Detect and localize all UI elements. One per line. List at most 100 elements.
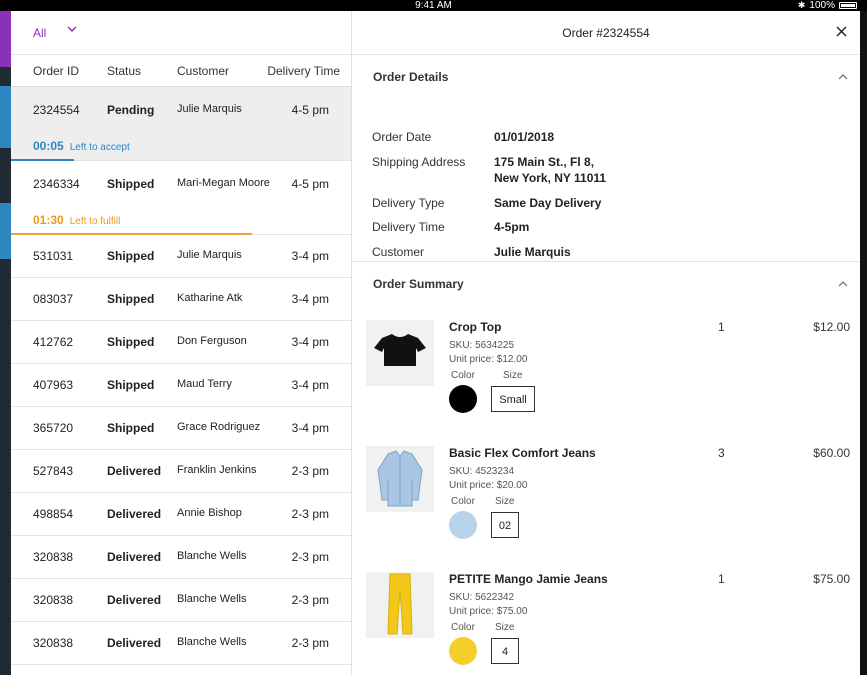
item-unit-price: Unit price: $20.00 <box>449 480 528 491</box>
timer-message: Left to accept <box>69 142 130 153</box>
table-row[interactable]: 498854 Delivered Annie Bishop 2-3 pm <box>11 493 351 536</box>
item-sku: SKU: 5622342 <box>449 592 515 603</box>
table-row[interactable]: 320838 Delivered Blanche Wells 2-3 pm <box>11 579 351 622</box>
rail-tab-2[interactable] <box>0 203 11 259</box>
order-delivery-time: 2-3 pm <box>291 550 329 564</box>
status-bar: 9:41 AM ✱ 100% <box>0 0 867 11</box>
order-customer: Mari-Megan Moore <box>177 177 270 189</box>
right-edge <box>860 11 867 675</box>
table-row[interactable]: 412762 Shipped Don Ferguson 3-4 pm <box>11 321 351 364</box>
order-delivery-time: 2-3 pm <box>291 464 329 478</box>
order-id: 320838 <box>33 636 74 650</box>
product-image <box>366 446 434 512</box>
chevron-down-icon <box>67 26 77 32</box>
header-delivery-time[interactable]: Delivery Time <box>267 64 340 78</box>
size-label: Size <box>495 496 515 507</box>
chevron-up-icon[interactable] <box>838 73 848 81</box>
order-id: 407963 <box>33 378 74 392</box>
detail-label: Delivery Time <box>372 220 445 234</box>
detail-value: 4-5pm <box>494 220 530 234</box>
table-row[interactable]: 527843 Delivered Franklin Jenkins 2-3 pm <box>11 450 351 493</box>
table-row[interactable]: 531031 Shipped Julie Marquis 3-4 pm <box>11 235 351 278</box>
table-row[interactable]: 2324554 Pending Julie Marquis 4-5 pm 00:… <box>11 87 351 161</box>
order-id: 320838 <box>33 593 74 607</box>
order-id: 498854 <box>33 507 74 521</box>
table-row[interactable]: 407963 Shipped Maud Terry 3-4 pm <box>11 364 351 407</box>
crop-top-image <box>374 334 426 366</box>
order-delivery-time: 3-4 pm <box>291 249 329 263</box>
timer-message: Left to fulfill <box>69 216 121 227</box>
order-status: Delivered <box>107 636 162 650</box>
header-order-id[interactable]: Order ID <box>33 64 79 78</box>
order-delivery-time: 2-3 pm <box>291 593 329 607</box>
color-label: Color <box>451 496 475 507</box>
table-row[interactable]: 320838 Delivered Blanche Wells 2-3 pm <box>11 622 351 665</box>
table-row[interactable]: 083037 Shipped Katharine Atk 3-4 pm <box>11 278 351 321</box>
order-details-section: Order Details Order Date 01/01/2018 Ship… <box>352 55 860 262</box>
size-box: Small <box>491 386 535 412</box>
table-row[interactable]: 2346334 Shipped Mari-Megan Moore 4-5 pm … <box>11 161 351 235</box>
order-customer: Julie Marquis <box>177 103 242 115</box>
item-price: $75.00 <box>813 572 850 586</box>
detail-value: 175 Main St., Fl 8, <box>494 155 595 169</box>
item-quantity: 3 <box>718 446 725 460</box>
order-title: Order #2324554 <box>562 26 650 40</box>
detail-value: Julie Marquis <box>494 245 571 259</box>
order-customer: Franklin Jenkins <box>177 464 257 476</box>
order-status: Shipped <box>107 177 155 191</box>
order-summary-header[interactable]: Order Summary <box>352 262 860 306</box>
fulfill-timer: 01:30 Left to fulfill <box>33 213 120 227</box>
order-id: 527843 <box>33 464 74 478</box>
status-time: 9:41 AM <box>415 0 452 11</box>
order-status: Shipped <box>107 249 155 263</box>
order-delivery-time: 3-4 pm <box>291 335 329 349</box>
order-delivery-time: 3-4 pm <box>291 292 329 306</box>
order-list-panel: All Order ID Status Customer Delivery Ti… <box>11 11 352 675</box>
chevron-up-icon[interactable] <box>838 280 848 288</box>
header-status[interactable]: Status <box>107 64 141 78</box>
product-image <box>366 572 434 638</box>
section-title: Order Details <box>373 70 449 84</box>
detail-header: Order #2324554 <box>352 11 860 55</box>
size-box: 02 <box>491 512 519 538</box>
close-icon[interactable] <box>836 26 847 37</box>
order-status: Delivered <box>107 550 162 564</box>
item-quantity: 1 <box>718 572 725 586</box>
color-label: Color <box>451 622 475 633</box>
table-row[interactable]: 320838 Delivered Blanche Wells 2-3 pm <box>11 536 351 579</box>
item-price: $60.00 <box>813 446 850 460</box>
filter-value: All <box>33 26 47 40</box>
accept-timer: 00:05 Left to accept <box>33 139 130 153</box>
order-id: 083037 <box>33 292 74 306</box>
rail-tab-1[interactable] <box>0 86 11 148</box>
table-row[interactable]: 365720 Shipped Grace Rodriguez 3-4 pm <box>11 407 351 450</box>
order-status: Pending <box>107 103 155 117</box>
denim-shirt-image <box>377 450 423 507</box>
item-unit-price: Unit price: $12.00 <box>449 354 528 365</box>
order-customer: Blanche Wells <box>177 636 247 648</box>
order-customer: Katharine Atk <box>177 292 243 304</box>
left-rail <box>0 11 11 675</box>
order-status: Shipped <box>107 378 155 392</box>
header-customer[interactable]: Customer <box>177 64 229 78</box>
status-filter[interactable]: All <box>11 11 351 55</box>
order-delivery-time: 3-4 pm <box>291 421 329 435</box>
battery-icon <box>839 2 857 9</box>
order-delivery-time: 4-5 pm <box>291 103 329 117</box>
order-delivery-time: 4-5 pm <box>291 177 329 191</box>
order-id: 2324554 <box>33 103 80 117</box>
order-id: 320838 <box>33 550 74 564</box>
item-unit-price: Unit price: $75.00 <box>449 606 528 617</box>
detail-label: Order Date <box>372 130 432 144</box>
order-customer: Julie Marquis <box>177 249 242 261</box>
size-label: Size <box>503 370 523 381</box>
order-customer: Don Ferguson <box>177 335 247 347</box>
product-image <box>366 320 434 386</box>
rail-accent <box>0 11 11 67</box>
order-details-header[interactable]: Order Details <box>352 55 860 99</box>
order-detail-panel: Order #2324554 Order Details Order Date … <box>352 11 860 675</box>
table-header: Order ID Status Customer Delivery Time <box>11 55 351 87</box>
order-id: 531031 <box>33 249 74 263</box>
order-delivery-time: 3-4 pm <box>291 378 329 392</box>
order-status: Shipped <box>107 421 155 435</box>
